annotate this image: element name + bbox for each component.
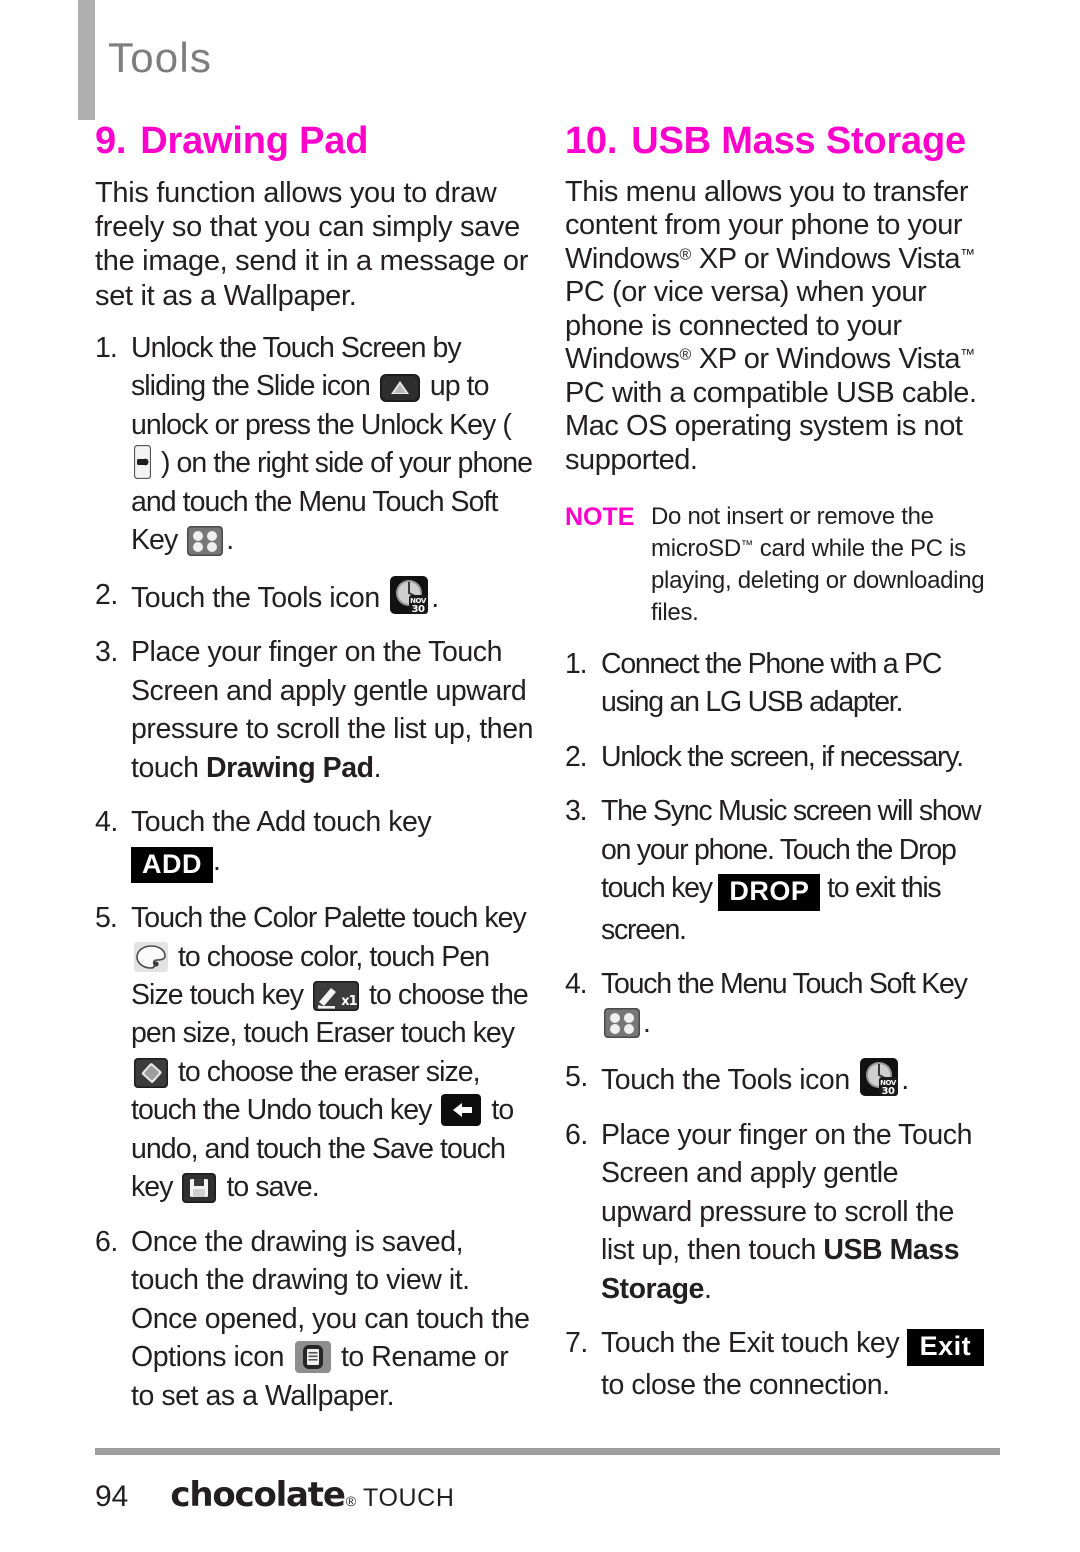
- step-marker: 6.: [565, 1118, 588, 1151]
- step-text: Touch the Color Palette touch key: [131, 902, 527, 935]
- undo-icon: [441, 1094, 482, 1127]
- unlock-key-icon: [134, 445, 151, 479]
- page-footer: 94 chocolate ® TOUCH: [95, 1448, 1000, 1515]
- step-marker: 5.: [565, 1061, 588, 1094]
- step-marker: 3.: [95, 636, 118, 669]
- step-item: 2. Touch the Tools icon NOV 30 .: [95, 575, 535, 618]
- step-item: 6. Place your finger on the Touch Screen …: [565, 1116, 985, 1308]
- step-text: Touch the Tools icon: [601, 1064, 850, 1097]
- step-text: Touch the Exit touch key: [601, 1327, 900, 1360]
- column-right: 10. USB Mass Storage This menu allows you…: [565, 120, 985, 1404]
- eraser-icon: [134, 1057, 168, 1088]
- note-block: NOTE Do not insert or remove the microSD™…: [565, 501, 985, 629]
- options-icon: [294, 1341, 331, 1374]
- step-item: 7. Touch the Exit touch key Exit to close…: [565, 1324, 985, 1404]
- section-title: Drawing Pad: [140, 120, 369, 162]
- step-text-b: .: [643, 1006, 651, 1039]
- step-marker: 2.: [95, 578, 118, 611]
- step-item: 5. Touch the Tools icon NOV 30 .: [565, 1058, 985, 1100]
- step-marker: 6.: [95, 1225, 118, 1258]
- trademark-symbol: ™: [740, 537, 754, 552]
- step-text: Unlock the screen, if necessary.: [601, 740, 964, 773]
- steps-list-left: 1. Unlock the Touch Screen by sliding the…: [95, 329, 535, 1415]
- header-accent-bar: [78, 0, 95, 120]
- tools-icon: NOV 30: [390, 575, 429, 614]
- column-left: 9. Drawing Pad This function allows you t…: [95, 120, 535, 1415]
- trademark-symbol: ™: [960, 246, 976, 264]
- section-title: USB Mass Storage: [631, 120, 966, 162]
- step-text-b: .: [901, 1064, 909, 1097]
- intro-part-4: XP or Windows Vista: [691, 343, 961, 376]
- menu-touch-soft-key-icon: [604, 1008, 640, 1039]
- step-marker: 5.: [95, 902, 118, 935]
- step-text: Touch the Add touch key: [131, 806, 432, 839]
- section-heading-usb-mass-storage: 10. USB Mass Storage: [565, 120, 985, 162]
- menu-touch-soft-key-icon: [187, 525, 224, 556]
- intro-paragraph: This function allows you to draw freely …: [95, 176, 529, 312]
- intro-part-5: PC with a compatible USB cable. Mac OS o…: [565, 376, 977, 476]
- step-text-b: .: [213, 844, 221, 877]
- step-text-b: to close the connection.: [601, 1368, 890, 1401]
- step-item: 5. Touch the Color Palette touch key to c…: [95, 899, 535, 1207]
- step-item: 1. Unlock the Touch Screen by sliding the…: [95, 329, 535, 560]
- registered-symbol: ®: [679, 246, 692, 264]
- step-marker: 2.: [565, 740, 588, 773]
- step-marker: 3.: [565, 795, 588, 828]
- step-item: 3. Place your finger on the Touch Screen …: [95, 633, 535, 787]
- page-title: Tools: [108, 34, 213, 81]
- step-item: 6. Once the drawing is saved, touch the d…: [95, 1223, 535, 1415]
- save-icon: [182, 1173, 217, 1204]
- registered-symbol: ®: [679, 347, 692, 365]
- intro-part-2: XP or Windows Vista: [691, 242, 961, 275]
- step-text: Touch the Menu Touch Soft Key: [601, 968, 968, 1001]
- step-text-b: .: [703, 1272, 712, 1305]
- tools-icon: NOV 30: [860, 1058, 899, 1097]
- registered-symbol: ®: [345, 1493, 357, 1509]
- step-marker: 4.: [565, 968, 588, 1001]
- manual-page: Tools 9. Drawing Pad This function allows…: [0, 0, 1080, 1552]
- step-marker: 1.: [565, 647, 588, 680]
- step-item: 4. Touch the Menu Touch Soft Key .: [565, 965, 985, 1042]
- trademark-symbol: ™: [960, 346, 976, 364]
- section-number: 9.: [95, 120, 127, 162]
- step-marker: 7.: [565, 1327, 588, 1360]
- step-text-f: to save.: [226, 1171, 319, 1204]
- color-palette-icon: [134, 942, 168, 973]
- exit-touch-key[interactable]: Exit: [906, 1329, 985, 1366]
- footer-divider: [95, 1448, 1000, 1455]
- step-item: 1. Connect the Phone with a PC using an L…: [565, 645, 985, 722]
- step-item: 4. Touch the Add touch key ADD.: [95, 803, 535, 884]
- step-text-b: .: [431, 581, 439, 614]
- step-item: 3. The Sync Music screen will show on you…: [565, 792, 985, 949]
- step-marker: 1.: [95, 331, 118, 364]
- brand-name: chocolate: [170, 1475, 346, 1515]
- brand-suffix: TOUCH: [363, 1484, 455, 1512]
- slide-icon: [379, 374, 420, 403]
- intro-paragraph: This menu allows you to transfer content…: [565, 176, 985, 477]
- step-emphasis: Drawing Pad: [205, 751, 374, 784]
- step-text: Connect the Phone with a PC using an LG …: [601, 647, 942, 719]
- note-label: NOTE: [565, 503, 635, 532]
- step-text: Touch the Tools icon: [131, 581, 380, 614]
- page-header: Tools: [78, 0, 998, 122]
- step-text-b: .: [373, 751, 382, 784]
- footer-row: 94 chocolate ® TOUCH: [95, 1475, 1000, 1515]
- add-touch-key[interactable]: ADD: [131, 846, 213, 884]
- page-number: 94: [95, 1480, 129, 1513]
- section-heading-drawing-pad: 9. Drawing Pad: [95, 120, 535, 162]
- svg-text:x1: x1: [341, 994, 357, 1009]
- step-text-d: .: [226, 524, 234, 557]
- brand-logo: chocolate ® TOUCH: [170, 1475, 454, 1515]
- step-marker: 4.: [95, 806, 118, 839]
- pen-size-icon: x1: [313, 980, 360, 1011]
- steps-list-right: 1. Connect the Phone with a PC using an L…: [565, 645, 985, 1404]
- step-item: 2. Unlock the screen, if necessary.: [565, 738, 985, 776]
- section-number: 10.: [565, 120, 618, 162]
- drop-touch-key[interactable]: DROP: [718, 874, 821, 911]
- svg-text:30: 30: [412, 604, 426, 614]
- svg-text:30: 30: [882, 1086, 896, 1096]
- step-text-d: to choose the eraser size, touch the Und…: [131, 1055, 481, 1127]
